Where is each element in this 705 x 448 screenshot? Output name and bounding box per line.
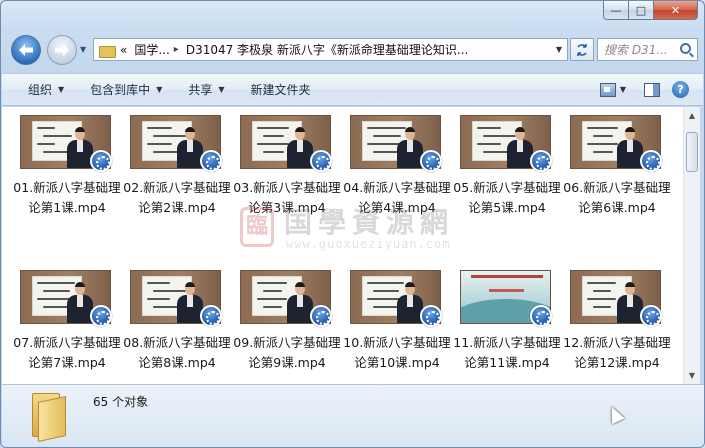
new-folder-label: 新建文件夹: [250, 83, 311, 97]
media-player-icon: [90, 150, 112, 172]
media-player-icon: [310, 305, 332, 327]
scroll-down-icon[interactable]: ▼: [684, 367, 700, 384]
forward-button[interactable]: [47, 35, 77, 65]
preview-pane-icon[interactable]: [644, 82, 660, 97]
media-player-icon: [310, 150, 332, 172]
breadcrumb-overflow[interactable]: «: [120, 43, 127, 57]
file-item[interactable]: 05.新派八字基础理论第5课.mp4: [453, 115, 569, 270]
file-item[interactable]: 10.新派八字基础理论第10课.mp4: [343, 270, 459, 384]
file-item[interactable]: 12.新派八字基础理论第12课.mp4: [563, 270, 679, 384]
item-count: 65 个对象: [93, 395, 149, 409]
mouse-cursor-icon: [605, 403, 625, 425]
file-item[interactable]: 11.新派八字基础理论第11课.mp4: [453, 270, 569, 384]
media-player-icon: [530, 305, 552, 327]
breadcrumb-item-guoxue[interactable]: 国学...: [134, 41, 169, 58]
vertical-scrollbar[interactable]: ▲ ▼: [683, 107, 700, 384]
new-folder-button[interactable]: 新建文件夹: [238, 74, 324, 105]
folder-icon: [99, 44, 116, 58]
scrollbar-thumb[interactable]: [686, 132, 698, 172]
file-name: 09.新派八字基础理论第9课.mp4: [233, 335, 341, 370]
chevron-down-icon: ▼: [218, 85, 225, 94]
change-view-icon[interactable]: [599, 82, 616, 97]
file-name: 04.新派八字基础理论第4课.mp4: [343, 180, 451, 215]
file-item[interactable]: 09.新派八字基础理论第9课.mp4: [233, 270, 349, 384]
search-box[interactable]: 搜索 D31...: [597, 38, 698, 61]
close-button[interactable]: ✕: [654, 1, 698, 20]
media-player-icon: [420, 305, 442, 327]
maximize-button[interactable]: □: [629, 1, 654, 20]
share-label: 共享: [188, 83, 213, 97]
search-icon[interactable]: [680, 43, 691, 54]
organize-menu[interactable]: 组织 ▼: [2, 74, 77, 105]
file-grid: 01.新派八字基础理论第1课.mp4 02.新派八字基础理论第2课.mp4 03.新…: [13, 115, 679, 384]
organize-label: 组织: [28, 83, 53, 97]
file-name: 10.新派八字基础理论第10课.mp4: [343, 335, 451, 370]
address-dropdown-icon[interactable]: ▼: [556, 45, 562, 54]
file-item[interactable]: 07.新派八字基础理论第7课.mp4: [13, 270, 129, 384]
view-dropdown-icon[interactable]: ▼: [620, 85, 626, 94]
file-item[interactable]: 08.新派八字基础理论第8课.mp4: [123, 270, 239, 384]
include-in-library-label: 包含到库中: [90, 83, 151, 97]
file-item[interactable]: 02.新派八字基础理论第2课.mp4: [123, 115, 239, 270]
file-name: 06.新派八字基础理论第6课.mp4: [563, 180, 671, 215]
include-in-library-menu[interactable]: 包含到库中 ▼: [77, 74, 175, 105]
navigation-row: ▼ « 国学... ▸ D31047 李极泉 新派八字《新派命理基础理论知识..…: [9, 35, 698, 67]
media-player-icon: [530, 150, 552, 172]
breadcrumb-separator-icon[interactable]: ▸: [174, 44, 179, 55]
file-name: 07.新派八字基础理论第7课.mp4: [13, 335, 121, 370]
media-player-icon: [640, 305, 662, 327]
file-name: 03.新派八字基础理论第3课.mp4: [233, 180, 341, 215]
forward-arrow-icon: [55, 44, 69, 56]
file-name: 11.新派八字基础理论第11课.mp4: [453, 335, 561, 370]
media-player-icon: [200, 150, 222, 172]
media-player-icon: [200, 305, 222, 327]
file-name: 12.新派八字基础理论第12课.mp4: [563, 335, 671, 370]
command-bar: 组织 ▼ 包含到库中 ▼ 共享 ▼ 新建文件夹 ▼ ?: [2, 73, 703, 106]
share-menu[interactable]: 共享 ▼: [175, 74, 237, 105]
search-input[interactable]: 搜索 D31...: [604, 41, 676, 58]
caption-buttons: — □ ✕: [603, 1, 698, 21]
minimize-button[interactable]: —: [603, 1, 629, 20]
back-button[interactable]: [11, 35, 41, 65]
scroll-up-icon[interactable]: ▲: [684, 107, 700, 124]
breadcrumb-item-current-folder[interactable]: D31047 李极泉 新派八字《新派命理基础理论知识...: [186, 41, 469, 58]
folder-icon: [30, 393, 70, 442]
details-pane: 65 个对象: [2, 384, 704, 447]
command-bar-right: ▼ ?: [599, 74, 703, 105]
file-name: 08.新派八字基础理论第8课.mp4: [123, 335, 231, 370]
media-player-icon: [90, 305, 112, 327]
address-bar[interactable]: « 国学... ▸ D31047 李极泉 新派八字《新派命理基础理论知识... …: [93, 38, 568, 61]
file-item[interactable]: 03.新派八字基础理论第3课.mp4: [233, 115, 349, 270]
file-list-area: 01.新派八字基础理论第1课.mp4 02.新派八字基础理论第2课.mp4 03.新…: [2, 107, 683, 384]
recent-pages-dropdown[interactable]: ▼: [80, 45, 90, 55]
media-player-icon: [420, 150, 442, 172]
file-item[interactable]: 06.新派八字基础理论第6课.mp4: [563, 115, 679, 270]
media-player-icon: [640, 150, 662, 172]
file-name: 05.新派八字基础理论第5课.mp4: [453, 180, 561, 215]
file-name: 02.新派八字基础理论第2课.mp4: [123, 180, 231, 215]
explorer-window: — □ ✕ ▼ « 国学... ▸ D31047 李极泉 新派八字《新派命理基础…: [0, 0, 705, 448]
back-arrow-icon: [19, 44, 33, 56]
chevron-down-icon: ▼: [156, 85, 163, 94]
refresh-icon: [577, 43, 587, 56]
file-item[interactable]: 04.新派八字基础理论第4课.mp4: [343, 115, 459, 270]
refresh-button[interactable]: [570, 38, 594, 61]
file-item[interactable]: 01.新派八字基础理论第1课.mp4: [13, 115, 129, 270]
chevron-down-icon: ▼: [58, 85, 65, 94]
help-icon[interactable]: ?: [672, 81, 689, 98]
file-name: 01.新派八字基础理论第1课.mp4: [13, 180, 121, 215]
